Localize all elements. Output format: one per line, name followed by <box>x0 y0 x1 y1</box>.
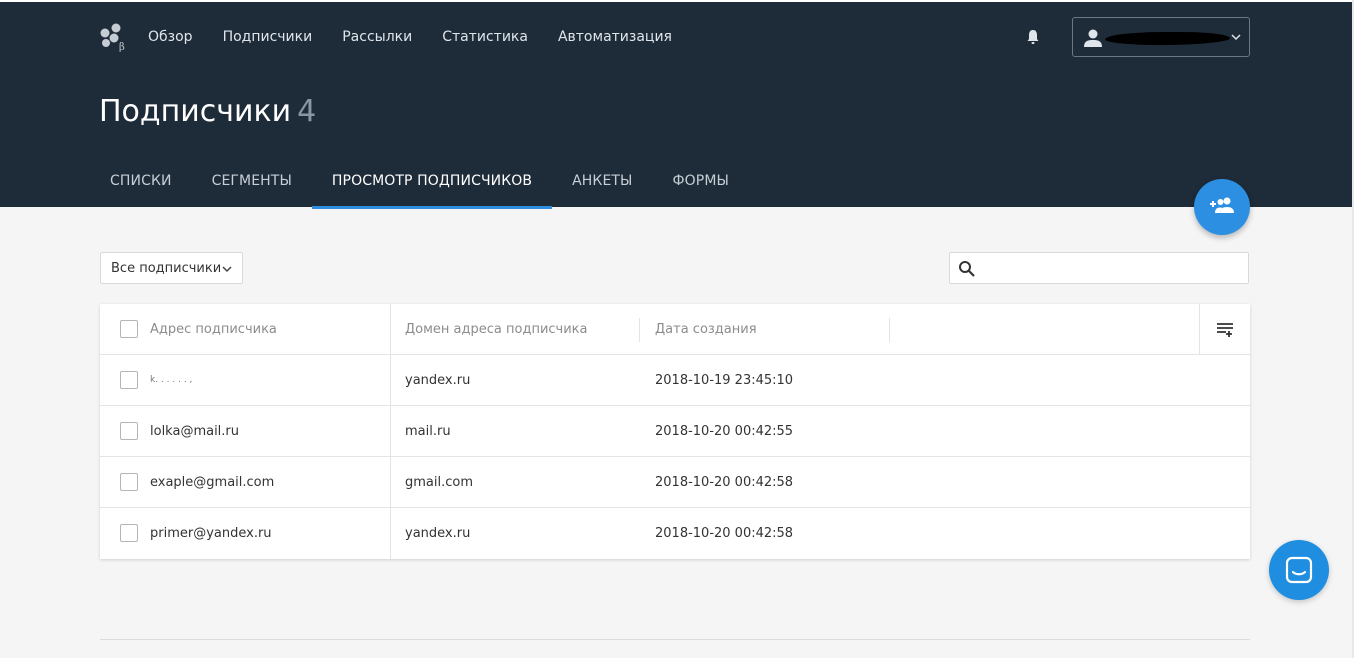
nav-mailings[interactable]: Рассылки <box>342 28 412 46</box>
bell-icon[interactable] <box>1024 28 1042 46</box>
row-email: k. . . . . . , <box>150 375 193 385</box>
tab-lists[interactable]: СПИСКИ <box>90 154 192 209</box>
column-header-created[interactable]: Дата создания <box>655 322 757 337</box>
chevron-down-icon <box>222 266 232 273</box>
row-checkbox[interactable] <box>120 524 138 542</box>
row-domain: mail.ru <box>405 424 451 439</box>
nav-subscribers[interactable]: Подписчики <box>223 28 313 46</box>
column-settings-button[interactable] <box>1199 304 1250 355</box>
tab-segments[interactable]: СЕГМЕНТЫ <box>192 154 312 209</box>
user-menu[interactable] <box>1072 17 1250 57</box>
table-row[interactable]: primer@yandex.ru yandex.ru 2018-10-20 00… <box>100 508 1250 559</box>
column-settings-icon <box>1217 323 1233 337</box>
row-email: exaple@gmail.com <box>150 475 275 490</box>
subscriber-tabs: СПИСКИ СЕГМЕНТЫ ПРОСМОТР ПОДПИСЧИКОВ АНК… <box>90 154 749 209</box>
tab-surveys[interactable]: АНКЕТЫ <box>552 154 652 209</box>
row-domain: yandex.ru <box>405 526 471 541</box>
svg-text:β: β <box>119 42 125 52</box>
row-domain: yandex.ru <box>405 373 471 388</box>
chat-launcher-button[interactable] <box>1269 540 1329 600</box>
column-resize-handle[interactable] <box>639 318 640 342</box>
row-domain: gmail.com <box>405 475 474 490</box>
table-header: Адрес подписчика Домен адреса подписчика… <box>100 304 1250 355</box>
tab-forms[interactable]: ФОРМЫ <box>653 154 749 209</box>
row-created: 2018-10-20 00:42:58 <box>655 475 794 490</box>
column-header-domain[interactable]: Домен адреса подписчика <box>405 322 587 337</box>
column-resize-handle[interactable] <box>889 318 890 342</box>
table-row[interactable]: lolka@mail.ru mail.ru 2018-10-20 00:42:5… <box>100 406 1250 457</box>
subscriber-filter-dropdown[interactable]: Все подписчики <box>100 252 243 284</box>
filter-selected-value: Все подписчики <box>111 261 222 276</box>
row-checkbox[interactable] <box>120 473 138 491</box>
user-icon <box>1084 29 1102 47</box>
tab-view-subscribers[interactable]: ПРОСМОТР ПОДПИСЧИКОВ <box>311 154 553 209</box>
search-input[interactable] <box>984 255 1244 281</box>
search-box <box>949 252 1249 284</box>
row-email: lolka@mail.ru <box>150 424 240 439</box>
footer-divider <box>100 639 1250 640</box>
add-group-icon <box>1210 197 1234 213</box>
chat-icon <box>1285 556 1313 584</box>
redacted-username <box>1105 32 1230 45</box>
row-checkbox[interactable] <box>120 371 138 389</box>
table-row[interactable]: k. . . . . . , yandex.ru 2018-10-19 23:4… <box>100 355 1250 406</box>
main-nav: Обзор Подписчики Рассылки Статистика Авт… <box>148 28 702 46</box>
select-all-checkbox[interactable] <box>120 320 138 338</box>
row-email: primer@yandex.ru <box>150 526 272 541</box>
row-created: 2018-10-19 23:45:10 <box>655 373 794 388</box>
column-header-email[interactable]: Адрес подписчика <box>150 322 277 337</box>
row-created: 2018-10-20 00:42:55 <box>655 424 794 439</box>
chevron-down-icon <box>1231 34 1241 41</box>
row-created: 2018-10-20 00:42:58 <box>655 526 794 541</box>
subscribers-table: Адрес подписчика Домен адреса подписчика… <box>100 304 1250 559</box>
search-icon <box>959 261 975 277</box>
page-title-text: Подписчики <box>99 94 292 129</box>
row-checkbox[interactable] <box>120 422 138 440</box>
logo-icon[interactable]: β <box>99 22 127 52</box>
top-header: β Обзор Подписчики Рассылки Статистика А… <box>0 0 1354 209</box>
add-subscriber-button[interactable] <box>1194 179 1250 235</box>
nav-statistics[interactable]: Статистика <box>442 28 528 46</box>
nav-overview[interactable]: Обзор <box>148 28 193 46</box>
subscriber-count: 4 <box>297 94 317 129</box>
nav-automation[interactable]: Автоматизация <box>558 28 672 46</box>
page-title: Подписчики 4 <box>99 94 316 130</box>
table-row[interactable]: exaple@gmail.com gmail.com 2018-10-20 00… <box>100 457 1250 508</box>
